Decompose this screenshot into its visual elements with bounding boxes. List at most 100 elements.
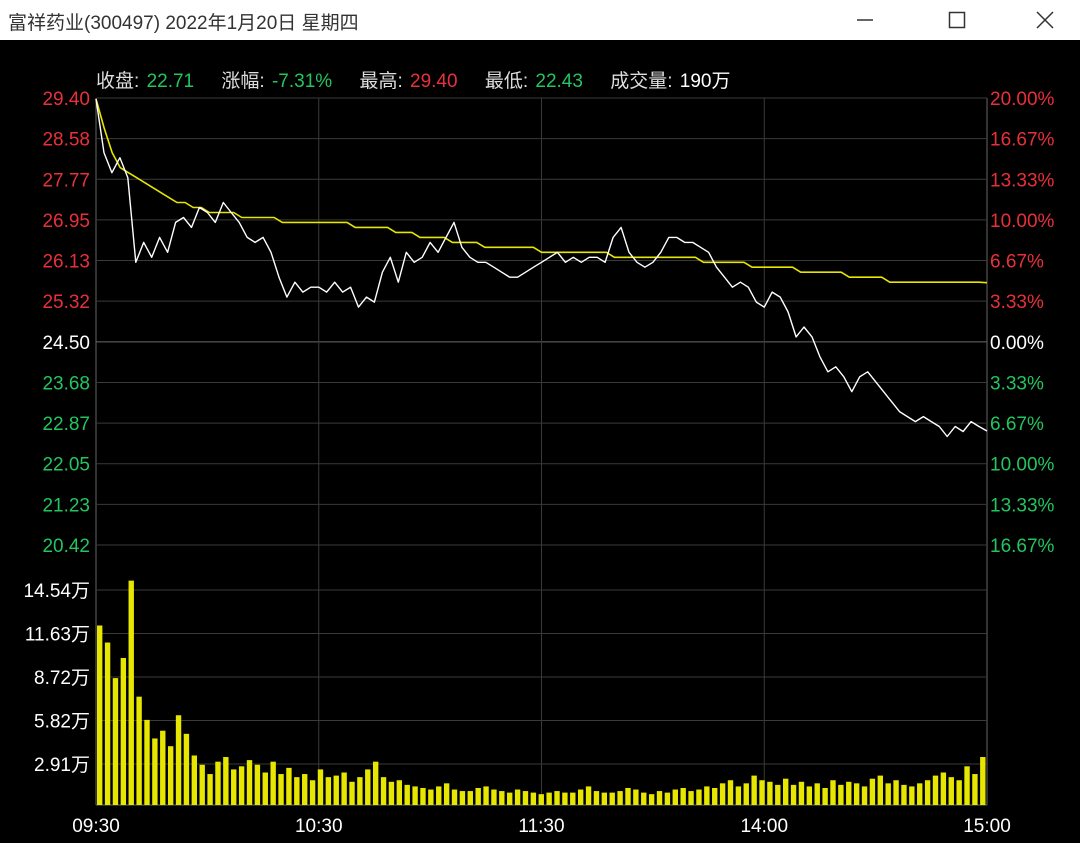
volume-bar: [932, 775, 939, 805]
volume-bar: [696, 789, 702, 805]
volume-bar: [372, 761, 379, 805]
volume-bar: [443, 783, 450, 805]
volume-bar: [207, 774, 213, 805]
minimize-button[interactable]: [842, 0, 888, 40]
volume-bar: [853, 783, 860, 805]
volume-bar: [917, 783, 923, 805]
volume-bar: [577, 789, 584, 805]
volume-bar: [396, 780, 403, 805]
time-tick-label: 09:30: [72, 816, 120, 837]
window-titlebar: 富祥药业(300497) 2022年1月20日 星期四: [0, 0, 1080, 40]
volume-bar: [838, 784, 844, 805]
volume-bar: [680, 787, 686, 805]
volume-bar: [743, 783, 749, 805]
volume-bar: [641, 792, 647, 805]
volume-bar: [609, 792, 615, 805]
time-tick-label: 15:00: [963, 816, 1011, 837]
volume-bar: [278, 774, 284, 805]
price-tick-label: 25.32: [42, 292, 90, 313]
volume-bar: [380, 777, 387, 805]
volume-bar: [199, 764, 205, 805]
volume-bar: [191, 755, 198, 805]
volume-bar: [152, 738, 158, 805]
volume-bar: [956, 780, 962, 805]
volume-bar: [909, 786, 915, 805]
volume-bar: [893, 780, 899, 805]
volume-bar: [254, 764, 261, 805]
volume-bar: [688, 791, 694, 805]
volume-bar: [948, 777, 954, 805]
volume-bar: [972, 774, 978, 805]
volume-bar: [499, 791, 505, 805]
pct-tick-label: 10.00%: [990, 455, 1055, 476]
volume-bar: [814, 783, 820, 805]
volume-bar: [262, 772, 268, 805]
volume-bar: [97, 625, 103, 805]
volume-bar: [341, 772, 347, 805]
volume-bar: [964, 766, 970, 805]
volume-bar: [357, 777, 363, 805]
volume-tick-label: 2.91万: [34, 755, 90, 776]
volume-bar: [302, 774, 308, 805]
price-tick-label: 26.95: [42, 211, 90, 232]
time-tick-label: 14:00: [740, 816, 788, 837]
volume-bar: [317, 769, 324, 805]
volume-bar: [940, 772, 947, 805]
volume-bar: [270, 761, 276, 805]
volume-bar: [570, 792, 576, 805]
intraday-chart: 29.40 20.00% 28.58 16.67% 27.77 13.33% 26.95 10…: [23, 89, 1055, 837]
volume-bar: [806, 786, 813, 805]
volume-bar: [522, 791, 529, 805]
volume-bar: [790, 784, 797, 805]
pct-tick-label: 13.33%: [990, 170, 1055, 191]
volume-bar: [475, 787, 481, 805]
volume-bar: [483, 786, 489, 805]
volume-bar: [238, 766, 245, 805]
volume-bar: [980, 757, 986, 805]
time-tick-label: 10:30: [295, 816, 343, 837]
volume-bar: [412, 786, 418, 805]
volume-tick-label: 14.54万: [23, 581, 90, 602]
volume-bar: [530, 792, 537, 805]
volume-bar: [601, 792, 608, 805]
volume-bar: [309, 780, 316, 805]
volume-bar: [420, 787, 426, 805]
volume-bar: [822, 787, 828, 805]
pct-tick-label: 16.67%: [990, 536, 1055, 557]
volume-bar: [428, 789, 434, 805]
volume-bar: [436, 786, 442, 805]
volume-bar: [538, 794, 544, 805]
price-tick-label: 26.13: [42, 252, 90, 273]
volume-bar: [798, 781, 805, 805]
price-tick-label: 23.68: [42, 373, 90, 394]
volume-bar: [175, 715, 182, 805]
volume-bar: [901, 784, 907, 805]
volume-tick-label: 8.72万: [34, 668, 90, 689]
time-tick-label: 11:30: [518, 816, 564, 837]
volume-bar: [183, 733, 190, 805]
volume-bar: [585, 786, 592, 805]
close-button[interactable]: [1022, 0, 1068, 40]
pct-tick-label: 6.67%: [990, 414, 1044, 435]
volume-bar: [112, 678, 119, 805]
volume-bar: [751, 775, 757, 805]
volume-bar: [562, 792, 568, 805]
volume-bar: [861, 786, 868, 805]
volume-bar: [633, 789, 639, 805]
volume-bar: [924, 780, 931, 805]
volume-bar: [167, 746, 174, 805]
volume-bar: [704, 786, 710, 805]
volume-bar: [223, 757, 229, 805]
volume-bar: [144, 719, 150, 805]
volume-bar: [325, 777, 332, 805]
volume-bar: [286, 767, 292, 805]
maximize-button[interactable]: [934, 0, 980, 40]
volume-bar: [467, 791, 473, 805]
price-tick-label: 27.77: [42, 170, 90, 191]
volume-bar: [727, 780, 734, 805]
volume-bar: [830, 780, 836, 805]
volume-bar: [759, 780, 765, 805]
volume-bar: [451, 789, 458, 805]
volume-bar: [735, 786, 742, 805]
volume-bar: [656, 791, 663, 805]
